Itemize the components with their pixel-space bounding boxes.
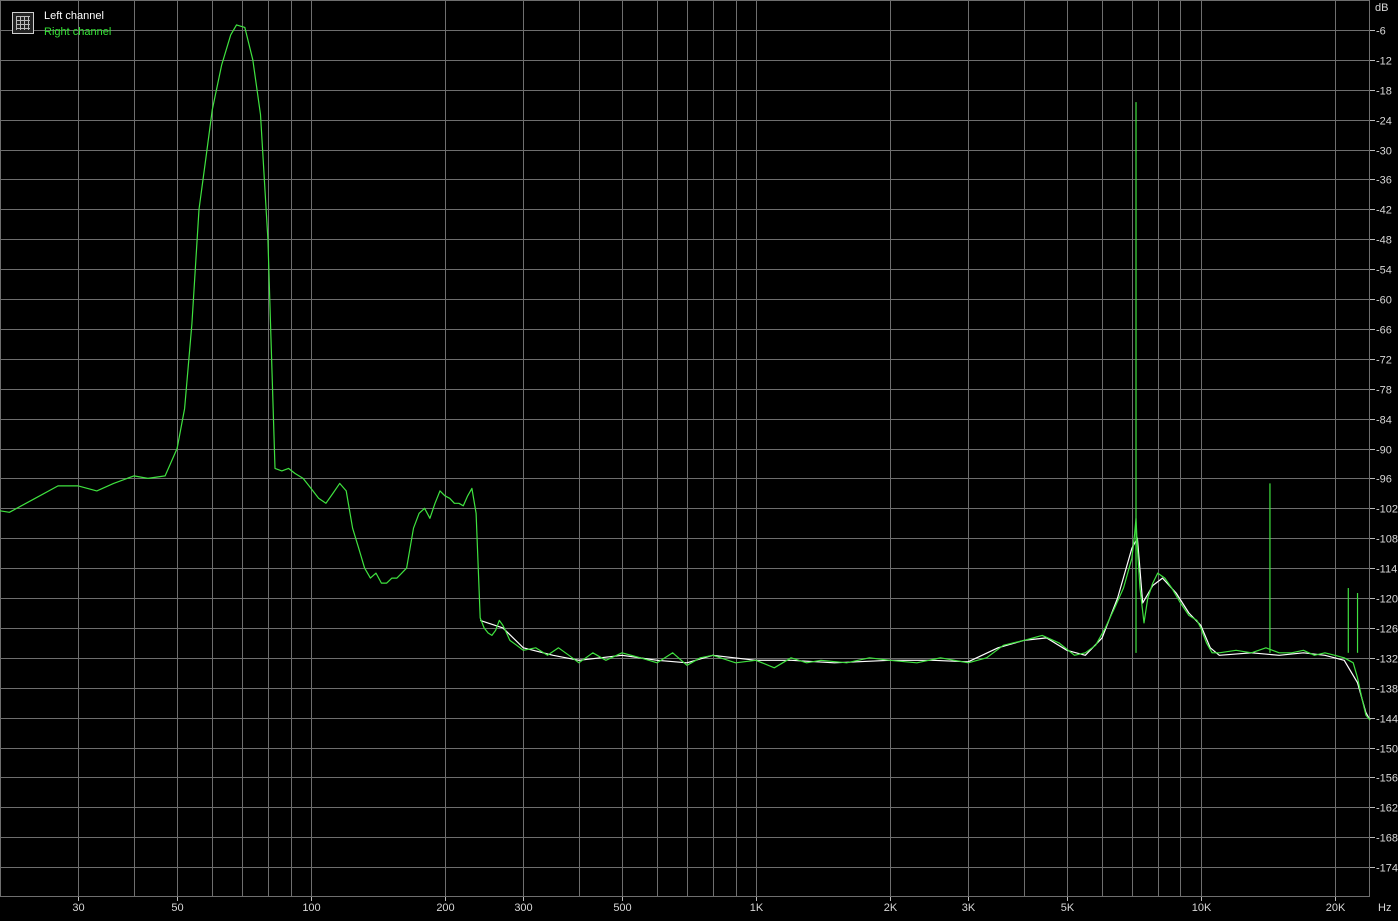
y-tick-label: -114 xyxy=(1376,564,1397,576)
y-tick-label: -72 xyxy=(1376,355,1392,367)
spectrum-grid-icon[interactable] xyxy=(12,12,34,34)
y-tick-label: -12 xyxy=(1376,56,1392,68)
x-tick-label: 10K xyxy=(1192,902,1212,914)
y-tick-label: -162 xyxy=(1376,803,1398,815)
x-tick-label: 20K xyxy=(1326,902,1346,914)
y-tick-label: -6 xyxy=(1376,26,1386,38)
x-axis-strip xyxy=(0,897,1398,916)
legend-labels: Left channel Right channel xyxy=(44,8,111,40)
y-tick-label: -24 xyxy=(1376,116,1392,128)
y-tick-label: -36 xyxy=(1376,175,1392,187)
y-tick-label: -108 xyxy=(1376,534,1398,546)
y-tick-label: -42 xyxy=(1376,205,1392,217)
y-unit-label: dB xyxy=(1375,2,1388,14)
y-tick-label: -96 xyxy=(1376,474,1392,486)
y-tick-label: -48 xyxy=(1376,235,1392,247)
y-tick-label: -138 xyxy=(1376,684,1398,696)
x-unit-label: Hz xyxy=(1378,902,1391,914)
y-tick-label: -60 xyxy=(1376,295,1392,307)
y-tick-label: -78 xyxy=(1376,385,1392,397)
x-tick-label: 3K xyxy=(962,902,976,914)
y-tick-label: -150 xyxy=(1376,744,1398,756)
y-tick-label: -84 xyxy=(1376,415,1392,427)
y-tick-label: -54 xyxy=(1376,265,1392,277)
legend-left-channel: Left channel xyxy=(44,10,104,22)
legend-right-channel: Right channel xyxy=(44,26,112,38)
x-tick-label: 500 xyxy=(613,902,631,914)
x-tick-label: 1K xyxy=(750,902,764,914)
y-tick-label: -30 xyxy=(1376,146,1392,158)
y-tick-label: -168 xyxy=(1376,833,1398,845)
y-tick-label: -102 xyxy=(1376,504,1398,516)
x-tick-label: 200 xyxy=(436,902,454,914)
y-tick-label: -66 xyxy=(1376,325,1392,337)
x-tick-label: 5K xyxy=(1061,902,1075,914)
y-tick-label: -144 xyxy=(1376,714,1398,726)
y-tick-label: -120 xyxy=(1376,594,1398,606)
y-tick-label: -90 xyxy=(1376,445,1392,457)
y-tick-label: -174 xyxy=(1376,863,1398,875)
x-tick-label: 30 xyxy=(72,902,84,914)
spectrum-chart: -6 -12 -18 -24 -30 -36 -42 -48 -54 -60 -66 -72 -78 -8… xyxy=(0,0,1398,916)
chart-background xyxy=(0,0,1398,916)
x-tick-label: 50 xyxy=(171,902,183,914)
legend: Left channel Right channel xyxy=(12,8,111,40)
x-tick-label: 2K xyxy=(884,902,898,914)
y-tick-label: -18 xyxy=(1376,86,1392,98)
y-tick-label: -156 xyxy=(1376,773,1398,785)
spectrum-plot: -6 -12 -18 -24 -30 -36 -42 -48 -54 -60 -66 -72 -78 -8… xyxy=(0,0,1398,916)
x-tick-label: 100 xyxy=(302,902,320,914)
y-tick-label: -126 xyxy=(1376,624,1398,636)
y-tick-label: -132 xyxy=(1376,654,1398,666)
x-tick-label: 300 xyxy=(514,902,532,914)
